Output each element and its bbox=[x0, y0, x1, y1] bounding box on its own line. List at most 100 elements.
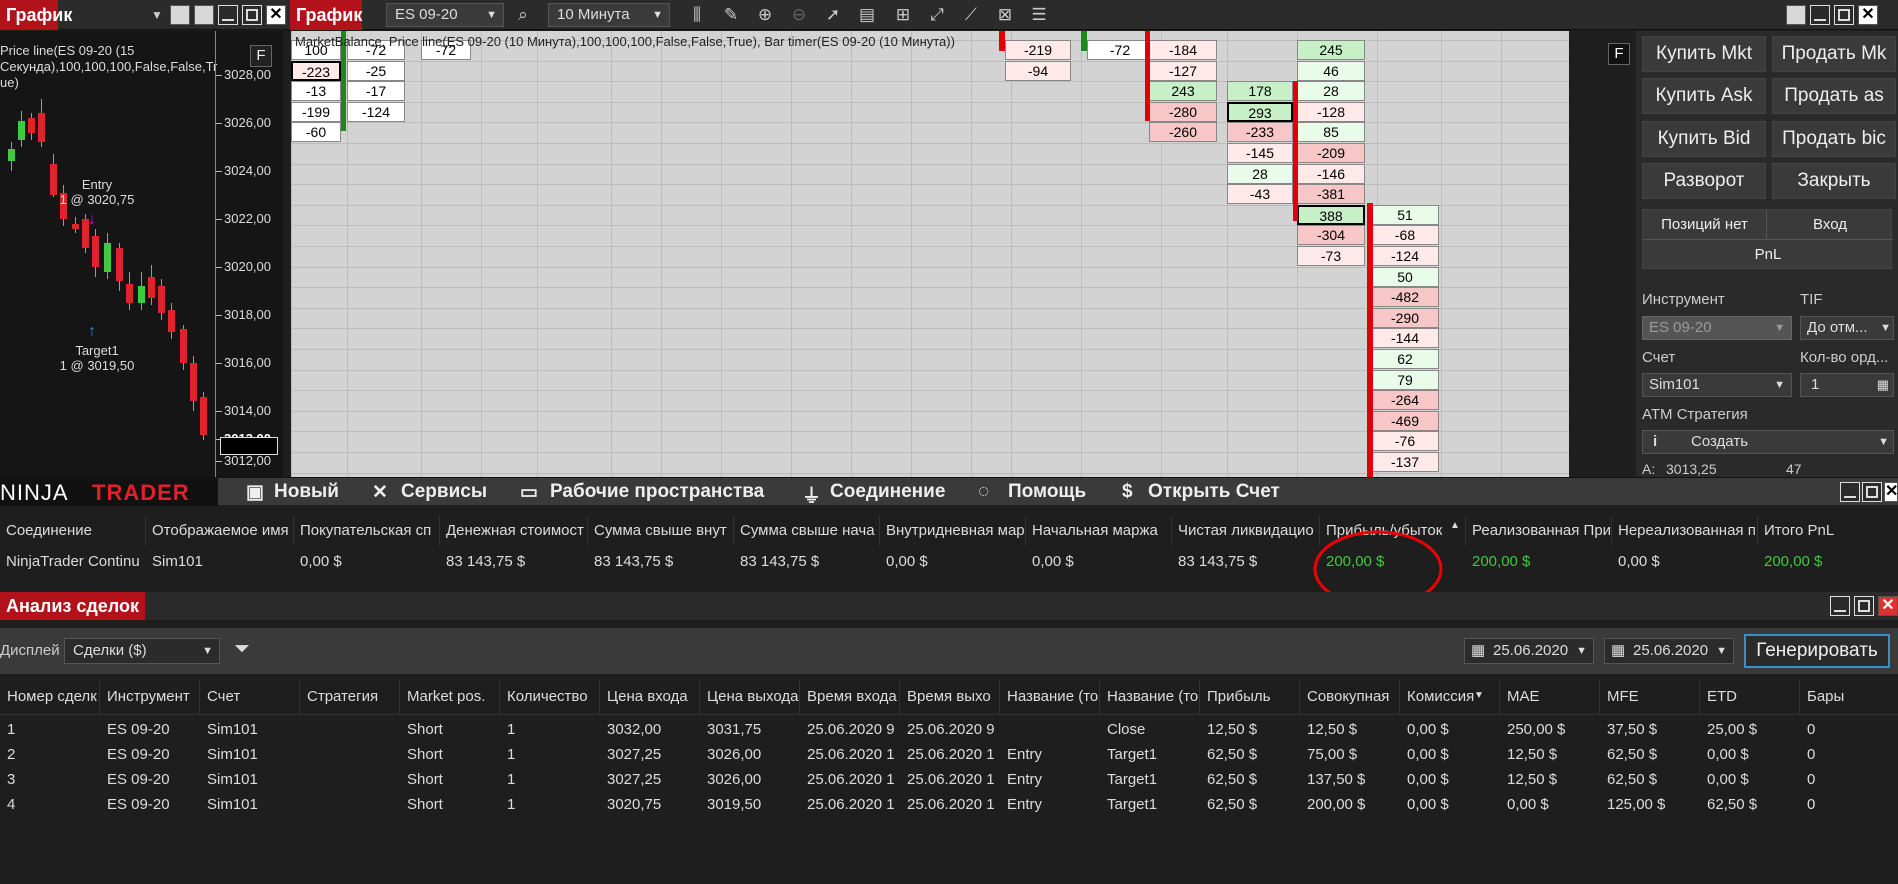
menu-help[interactable]: Помощь bbox=[1008, 481, 1086, 503]
accounts-col-header[interactable]: Сумма свыше внут bbox=[588, 516, 734, 546]
trades-col-header[interactable]: Прибыль bbox=[1200, 680, 1300, 714]
grid-col-line bbox=[1011, 31, 1012, 477]
trades-col-header[interactable]: Цена входа bbox=[600, 680, 700, 714]
data-box-icon[interactable]: ▤ bbox=[856, 4, 878, 26]
trades-col-header[interactable]: Номер сделк bbox=[0, 680, 100, 714]
buy-bid-button[interactable]: Купить Bid bbox=[1642, 121, 1766, 157]
maximize4-icon[interactable] bbox=[1854, 596, 1874, 616]
trades-col-header[interactable]: Комиссия bbox=[1400, 680, 1500, 714]
date-to-picker[interactable]: ▦ 25.06.2020 ▼ bbox=[1604, 638, 1734, 664]
trades-col-header[interactable]: Инструмент bbox=[100, 680, 200, 714]
accounts-col-header[interactable]: Нереализованная п bbox=[1612, 516, 1758, 546]
menu-connection[interactable]: Соединение bbox=[830, 481, 945, 503]
minimize3-icon[interactable] bbox=[1840, 482, 1860, 502]
accounts-col-header[interactable]: Итого PnL bbox=[1758, 516, 1898, 546]
atm-select[interactable]: i Создать ▼ bbox=[1642, 430, 1894, 454]
strategies-icon[interactable]: ⊠ bbox=[994, 4, 1016, 26]
menu-services[interactable]: Сервисы bbox=[401, 481, 487, 503]
sort-down-icon[interactable]: ▼ bbox=[1474, 690, 1484, 701]
keypad-icon[interactable]: ▦ bbox=[1877, 374, 1889, 396]
tile-icon[interactable] bbox=[170, 5, 190, 25]
filter-icon[interactable]: ⏷ bbox=[234, 638, 250, 661]
trades-col-header[interactable]: Количество bbox=[500, 680, 600, 714]
properties-icon[interactable]: ☰ bbox=[1028, 4, 1050, 26]
instrument-select[interactable]: ES 09-20 ▼ bbox=[386, 3, 504, 27]
trades-col-header[interactable]: Название (то bbox=[1100, 680, 1200, 714]
ladder-cell: -381 bbox=[1297, 184, 1365, 205]
account-select[interactable]: Sim101 ▼ bbox=[1642, 373, 1792, 397]
minimize2-icon[interactable] bbox=[1810, 5, 1830, 25]
trades-col-header[interactable]: Стратегия bbox=[300, 680, 400, 714]
trades-col-header[interactable]: Цена выхода bbox=[700, 680, 800, 714]
chart-tab[interactable]: График bbox=[290, 0, 362, 30]
quantity-input[interactable]: 1 ▦ bbox=[1800, 373, 1894, 397]
buy-ask-button[interactable]: Купить Ask bbox=[1642, 78, 1766, 114]
trades-col-header[interactable]: Бары bbox=[1800, 680, 1898, 714]
accounts-col-header[interactable]: Денежная стоимост bbox=[440, 516, 588, 546]
close4-icon[interactable]: ✕ bbox=[1878, 596, 1898, 616]
trade-analysis-title[interactable]: Анализ сделок bbox=[0, 592, 145, 620]
interval-select[interactable]: 10 Минута ▼ bbox=[548, 3, 670, 27]
close2-icon[interactable]: ✕ bbox=[1858, 5, 1878, 25]
chart-tab-left[interactable]: График bbox=[0, 0, 72, 30]
trades-col-header[interactable]: Название (то bbox=[1000, 680, 1100, 714]
close-icon[interactable]: ✕ bbox=[266, 5, 286, 25]
buy-market-button[interactable]: Купить Mkt bbox=[1642, 36, 1766, 72]
accounts-cell: 83 143,75 $ bbox=[446, 553, 526, 570]
accounts-col-header[interactable]: Сумма свыше нача bbox=[734, 516, 880, 546]
minimize-icon[interactable] bbox=[218, 5, 238, 25]
trades-col-header[interactable]: Market pos. bbox=[400, 680, 500, 714]
accounts-col-header[interactable]: Внутридневная мар bbox=[880, 516, 1026, 546]
candle bbox=[28, 118, 35, 133]
chart-f-button[interactable]: F bbox=[250, 45, 272, 67]
trades-col-header[interactable]: MAE bbox=[1500, 680, 1600, 714]
cursor-icon[interactable]: ➚ bbox=[822, 4, 844, 26]
search-icon[interactable]: ⌕ bbox=[512, 4, 534, 26]
menu-workspaces[interactable]: Рабочие пространства bbox=[550, 481, 764, 503]
generate-button[interactable]: Генерировать bbox=[1744, 634, 1890, 668]
display-select[interactable]: Сделки ($) ▼ bbox=[64, 638, 220, 664]
indicators-icon[interactable]: ⟋ bbox=[960, 4, 982, 26]
trades-col-header[interactable]: Время входа bbox=[800, 680, 900, 714]
trades-col-header[interactable]: ETD bbox=[1700, 680, 1800, 714]
accounts-col-header[interactable]: Отображаемое имя bbox=[146, 516, 294, 546]
accounts-col-header[interactable]: Соединение bbox=[0, 516, 146, 546]
accounts-col-header[interactable]: Чистая ликвидацио bbox=[1172, 516, 1320, 546]
close-position-button[interactable]: Закрыть bbox=[1772, 163, 1896, 199]
zoom-in-icon[interactable]: ⊕ bbox=[754, 4, 776, 26]
zoom-out-icon[interactable]: ⊖ bbox=[788, 4, 810, 26]
bar-type-icon[interactable]: ⫼ bbox=[686, 4, 708, 26]
ladder-f-button[interactable]: F bbox=[1608, 43, 1630, 65]
menu-open-account[interactable]: Открыть Счет bbox=[1148, 481, 1280, 503]
maximize2-icon[interactable] bbox=[1834, 5, 1854, 25]
maximize3-icon[interactable] bbox=[1862, 482, 1882, 502]
sell-ask-button[interactable]: Продать as bbox=[1772, 78, 1896, 114]
date-from-picker[interactable]: ▦ 25.06.2020 ▼ bbox=[1464, 638, 1594, 664]
menu-new[interactable]: Новый bbox=[274, 481, 339, 503]
trades-col-header[interactable]: Время выхо bbox=[900, 680, 1000, 714]
order-icon[interactable]: ⊞ bbox=[892, 4, 914, 26]
accounts-col-header[interactable]: Начальная маржа bbox=[1026, 516, 1172, 546]
trades-col-header[interactable]: Совокупная bbox=[1300, 680, 1400, 714]
order-flow-ladder[interactable]: MarketBalance, Price line(ES 09-20 (10 М… bbox=[291, 31, 1569, 477]
price-chart[interactable]: Price line(ES 09-20 (15 Секунда),100,100… bbox=[0, 31, 283, 477]
accounts-col-header[interactable]: Покупательская сп bbox=[294, 516, 440, 546]
maximize-icon[interactable] bbox=[242, 5, 262, 25]
tile3-icon[interactable] bbox=[1786, 5, 1806, 25]
tile2-icon[interactable] bbox=[194, 5, 214, 25]
pencil-icon[interactable]: ✎ bbox=[720, 4, 742, 26]
sell-bid-button[interactable]: Продать bic bbox=[1772, 121, 1896, 157]
accounts-col-header[interactable]: Реализованная При bbox=[1466, 516, 1612, 546]
chevron-down-icon[interactable]: ▼ bbox=[146, 4, 168, 26]
scale-icon[interactable]: ⤢ bbox=[926, 4, 948, 26]
tif-select[interactable]: До отм... ▼ bbox=[1800, 316, 1894, 340]
instrument-select[interactable]: ES 09-20 ▼ bbox=[1642, 316, 1792, 340]
minimize4-icon[interactable] bbox=[1830, 596, 1850, 616]
sort-up-icon[interactable]: ▲ bbox=[1450, 520, 1460, 531]
reverse-button[interactable]: Разворот bbox=[1642, 163, 1766, 199]
trades-col-header[interactable]: Счет bbox=[200, 680, 300, 714]
sell-market-button[interactable]: Продать Mk bbox=[1772, 36, 1896, 72]
close3-icon[interactable]: ✕ bbox=[1884, 482, 1898, 502]
trades-col-header[interactable]: MFE bbox=[1600, 680, 1700, 714]
info-icon[interactable]: i bbox=[1653, 431, 1657, 453]
